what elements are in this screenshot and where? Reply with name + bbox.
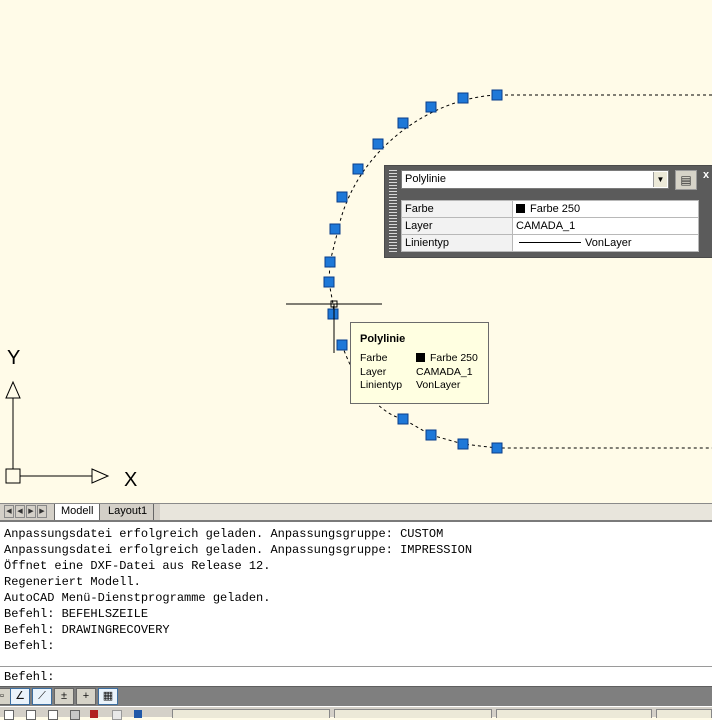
angle-icon: ∠ <box>15 690 25 702</box>
tooltip-value-text: Farbe 250 <box>430 352 478 364</box>
property-value-layer[interactable]: CAMADA_1 <box>512 217 699 235</box>
tab-bar-fill <box>160 504 712 520</box>
history-line: Befehl: <box>4 639 55 653</box>
object-type-dropdown[interactable]: Polylinie ▼ <box>401 170 669 189</box>
history-line: Öffnet eine DXF-Datei aus Release 12. <box>4 559 271 573</box>
grip-11[interactable] <box>327 308 339 320</box>
grip-10[interactable] <box>323 276 335 288</box>
property-value-text: Farbe 250 <box>530 203 581 215</box>
history-line: Anpassungsdatei erfolgreich geladen. Anp… <box>4 543 473 557</box>
customize-icon: ▤ <box>680 173 692 187</box>
tooltip-label: Layer <box>360 366 387 378</box>
grip-3[interactable] <box>425 101 437 113</box>
grip-7[interactable] <box>336 191 348 203</box>
grip-6[interactable] <box>352 163 364 175</box>
app-icon[interactable] <box>70 710 80 720</box>
property-value-text: VonLayer <box>585 237 632 249</box>
command-input[interactable]: Befehl: <box>4 670 54 684</box>
document-icon[interactable] <box>26 710 36 720</box>
tab-layout1[interactable]: Layout1 <box>102 504 155 520</box>
skip-back-icon: ◀ <box>6 508 12 515</box>
chevron-left-icon: ◀ <box>17 508 23 515</box>
command-divider <box>0 666 712 667</box>
panel-grip-handle[interactable] <box>389 170 397 254</box>
grip-5[interactable] <box>372 138 384 150</box>
property-value-color[interactable]: Farbe 250 <box>512 200 699 218</box>
taskbar <box>0 706 712 720</box>
drawing-canvas[interactable]: Y X Polylinie ▼ ▤ x Farbe Farbe 250 Laye… <box>0 0 712 503</box>
property-row-color[interactable]: Farbe Farbe 250 <box>401 200 699 218</box>
linetype-line-icon <box>519 242 581 243</box>
grip-14[interactable] <box>425 429 437 441</box>
tab-modell[interactable]: Modell <box>54 504 101 521</box>
history-line: Anpassungsdatei erfolgreich geladen. Anp… <box>4 527 444 541</box>
tooltip-value: VonLayer <box>416 379 461 391</box>
grip-12[interactable] <box>336 339 348 351</box>
tooltip-title: Polylinie <box>360 333 406 345</box>
property-label: Layer <box>401 217 513 235</box>
grip-13[interactable] <box>397 413 409 425</box>
crosshair-icon: + <box>82 690 90 702</box>
close-icon[interactable]: x <box>703 169 712 183</box>
document-icon[interactable] <box>4 710 14 720</box>
first-tab-button[interactable]: ◀ <box>4 505 14 518</box>
lineweight-icon: ± <box>60 690 68 702</box>
rollover-tooltip: Polylinie Farbe Farbe 250 Layer CAMADA_1… <box>350 322 489 404</box>
grip-2[interactable] <box>457 92 469 104</box>
tooltip-value: CAMADA_1 <box>416 366 473 378</box>
color-swatch-icon <box>416 353 425 362</box>
quick-properties-icon: ▦ <box>102 690 114 702</box>
property-label: Farbe <box>401 200 513 218</box>
chevron-right-icon: ▶ <box>28 508 34 515</box>
layout-tab-bar: ◀ ◀ ▶ ▶ Modell Layout1 <box>0 503 712 521</box>
history-line: Befehl: BEFEHLSZEILE <box>4 607 149 621</box>
tooltip-value: Farbe 250 <box>416 352 478 364</box>
grip-16[interactable] <box>491 442 503 454</box>
tooltip-label: Linientyp <box>360 379 403 391</box>
osnap-track-icon: ⟋ <box>38 690 46 702</box>
previous-tab-button[interactable]: ◀ <box>15 505 25 518</box>
property-label: Linientyp <box>401 234 513 252</box>
grip-9[interactable] <box>324 256 336 268</box>
last-tab-button[interactable]: ▶ <box>37 505 47 518</box>
history-line: Befehl: DRAWINGRECOVERY <box>4 623 170 637</box>
grip-8[interactable] <box>329 223 341 235</box>
color-swatch-icon <box>516 204 525 213</box>
app-icon[interactable] <box>112 710 122 720</box>
status-bar: ▫ ∠ ⟋ ± + ▦ <box>0 686 712 706</box>
otrack-toggle[interactable]: ⟋ <box>32 688 52 705</box>
ucs-icon <box>5 380 110 484</box>
properties-table: Farbe Farbe 250 Layer CAMADA_1 Linientyp… <box>401 200 699 252</box>
grip-4[interactable] <box>397 117 409 129</box>
customize-properties-button[interactable]: ▤ <box>675 170 697 190</box>
skip-forward-icon: ▶ <box>39 508 45 515</box>
property-row-layer[interactable]: Layer CAMADA_1 <box>401 217 699 235</box>
quick-properties-panel[interactable]: Polylinie ▼ ▤ x Farbe Farbe 250 Layer CA… <box>384 165 712 258</box>
snap-icon: ▫ <box>0 690 4 702</box>
folder-icon[interactable] <box>48 710 58 720</box>
object-type-value: Polylinie <box>405 173 446 185</box>
property-value-linetype[interactable]: VonLayer <box>512 234 699 252</box>
polar-toggle[interactable]: ∠ <box>10 688 30 705</box>
lineweight-toggle[interactable]: ± <box>54 688 74 705</box>
next-tab-button[interactable]: ▶ <box>26 505 36 518</box>
quickprops-toggle[interactable]: ▦ <box>98 688 118 705</box>
command-line-window[interactable]: Anpassungsdatei erfolgreich geladen. Anp… <box>0 520 712 686</box>
history-line: Regeneriert Modell. <box>4 575 141 589</box>
grip-1[interactable] <box>491 89 503 101</box>
tooltip-label: Farbe <box>360 352 388 364</box>
chevron-down-icon[interactable]: ▼ <box>653 172 667 187</box>
ortho-toggle[interactable]: + <box>76 688 96 705</box>
ucs-x-label: X <box>124 469 137 491</box>
history-line: AutoCAD Menü-Dienstprogramme geladen. <box>4 591 271 605</box>
command-history: Anpassungsdatei erfolgreich geladen. Anp… <box>4 526 472 654</box>
property-row-linetype[interactable]: Linientyp VonLayer <box>401 234 699 252</box>
ucs-y-label: Y <box>7 347 20 369</box>
grip-15[interactable] <box>457 438 469 450</box>
